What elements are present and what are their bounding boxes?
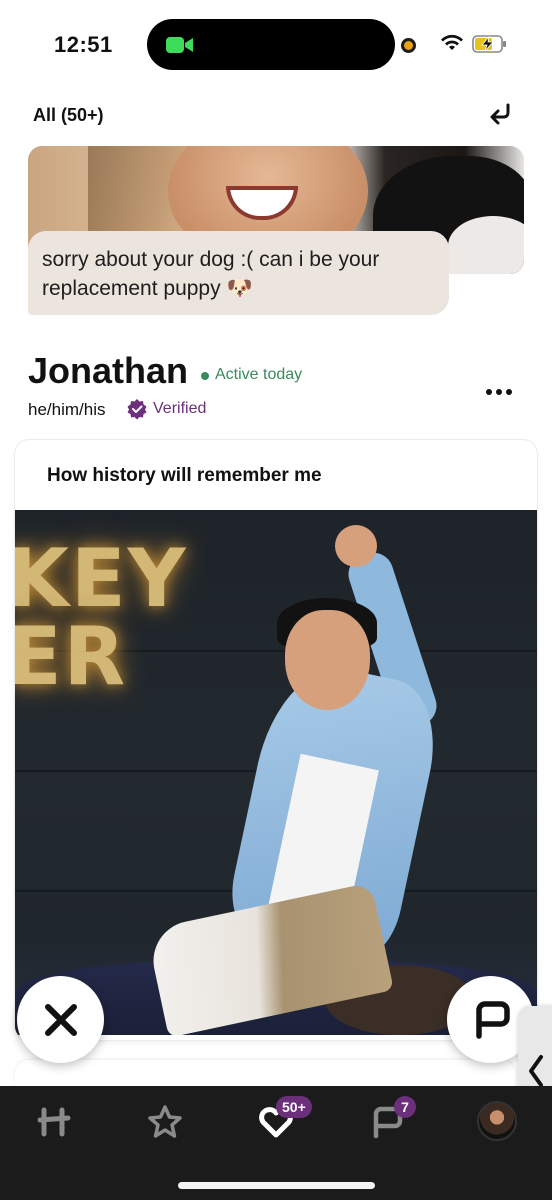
skip-button[interactable] — [17, 976, 104, 1063]
profile-name: Jonathan — [28, 350, 189, 391]
home-indicator — [178, 1182, 375, 1189]
tab-profile-avatar[interactable] — [477, 1101, 517, 1141]
close-icon — [44, 1003, 77, 1036]
matches-count-badge: 7 — [394, 1096, 416, 1118]
more-options-icon[interactable] — [485, 388, 513, 396]
likes-count-badge: 50+ — [276, 1096, 312, 1118]
battery-charging-icon — [472, 35, 506, 53]
facetime-icon — [166, 37, 193, 53]
tab-home[interactable] — [32, 1100, 76, 1144]
undo-arrow-icon[interactable] — [486, 100, 516, 128]
verified-badge-icon — [127, 399, 147, 420]
chevron-left-icon — [529, 1055, 543, 1087]
tab-standouts[interactable] — [143, 1100, 187, 1144]
status-bar: 12:51 — [0, 0, 552, 90]
recording-dot — [401, 38, 416, 53]
wifi-icon — [441, 34, 463, 50]
verified-label: Verified — [153, 400, 207, 417]
hinge-logo-icon — [37, 1107, 71, 1137]
chat-bubble-icon — [475, 1000, 510, 1039]
photo-prompt-card: How history will remember me KEY ER — [15, 440, 537, 1040]
prompt-title: How history will remember me — [47, 465, 322, 486]
active-status: Active today — [215, 366, 303, 383]
pronouns: he/him/his — [28, 400, 106, 419]
star-icon — [148, 1105, 182, 1138]
status-time: 12:51 — [54, 32, 113, 57]
dynamic-island[interactable] — [147, 19, 395, 70]
active-status-dot — [201, 372, 209, 380]
likes-filter[interactable]: All (50+) — [33, 105, 104, 126]
like-comment: sorry about your dog :( can i be your re… — [28, 231, 449, 315]
neon-sign-graphic: KEY ER — [15, 532, 188, 703]
profile-photo[interactable]: KEY ER — [15, 510, 537, 1035]
